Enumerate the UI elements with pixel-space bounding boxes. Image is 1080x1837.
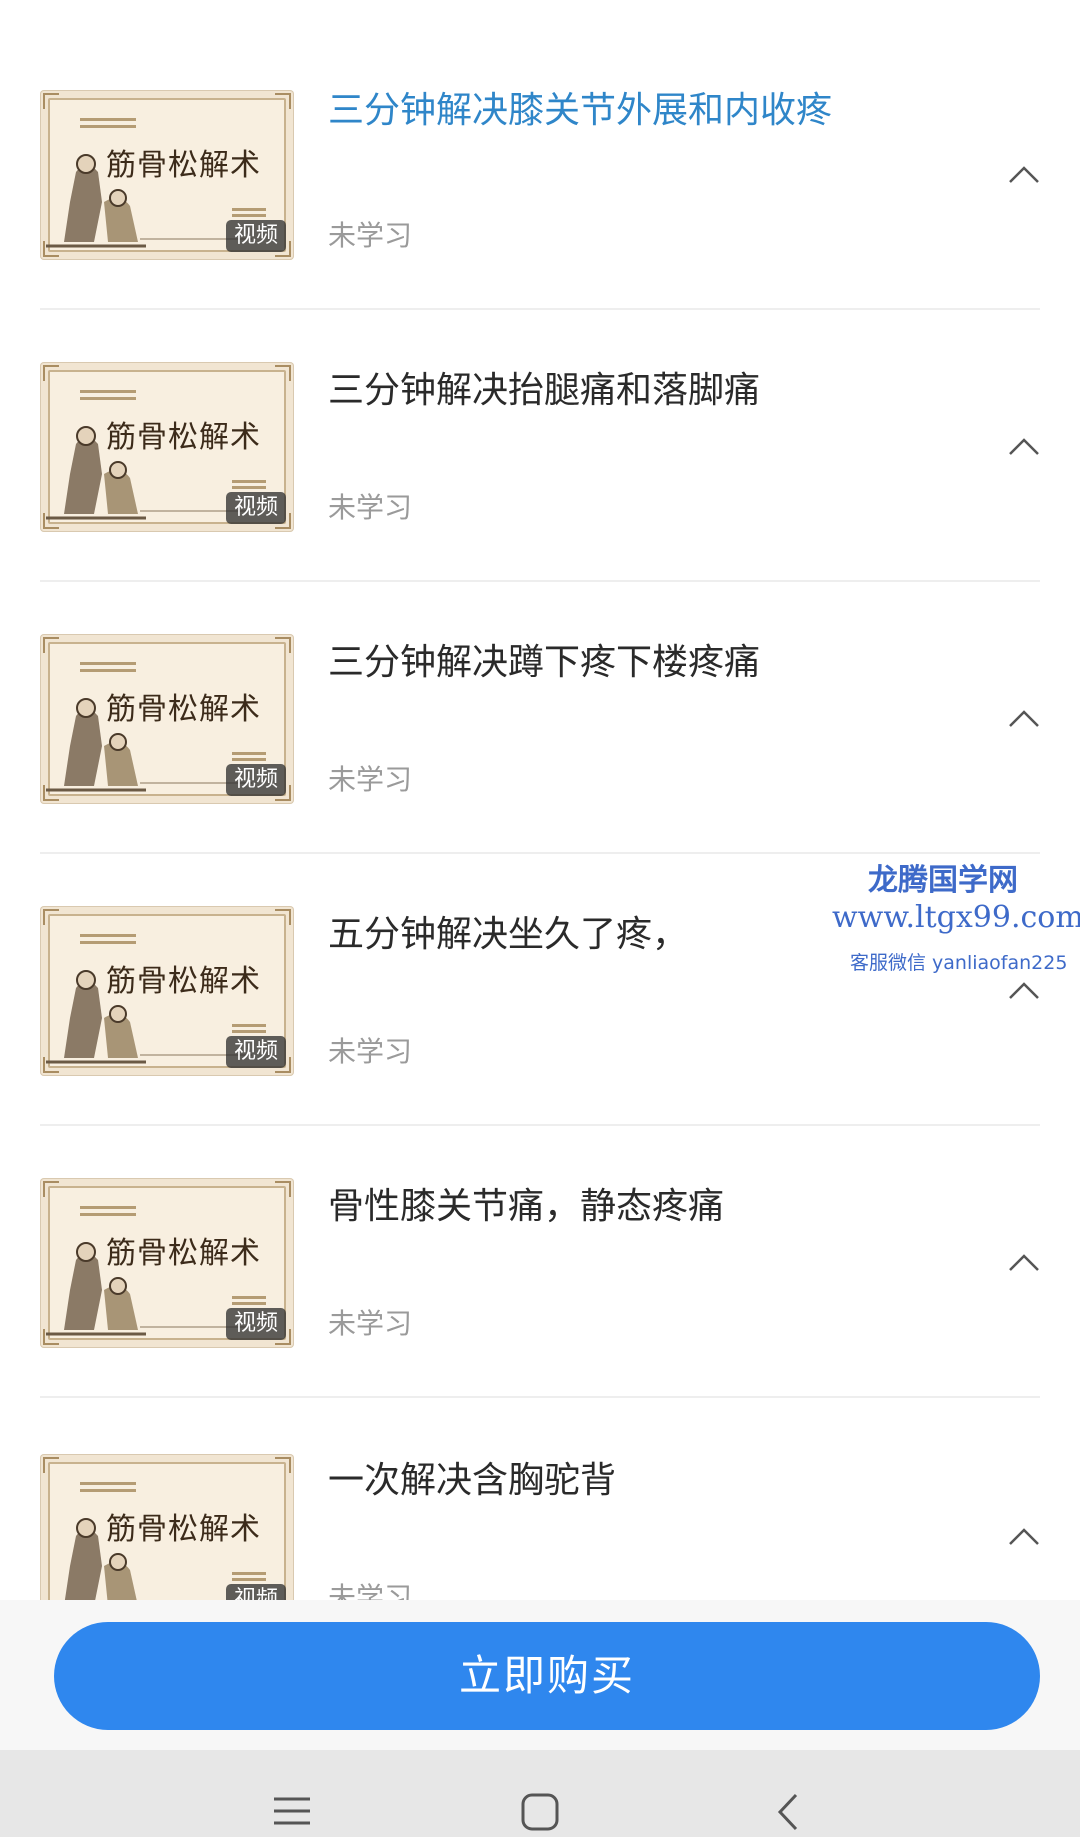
buy-now-button[interactable]: 立即购买 <box>54 1622 1040 1730</box>
figure-illustration-icon <box>46 698 146 792</box>
video-thumbnail: 筋骨松解术 视频 <box>40 1454 294 1600</box>
chevron-up-icon[interactable] <box>1008 436 1040 456</box>
home-square-icon[interactable] <box>520 1792 560 1832</box>
figure-illustration-icon <box>46 1242 146 1336</box>
list-item[interactable]: 筋骨松解术 视频 三分钟解决膝关节外展和内收疼 未学习 <box>0 74 1080 346</box>
chevron-up-icon[interactable] <box>1008 1526 1040 1546</box>
lesson-title[interactable]: 三分钟解决抬腿痛和落脚痛 <box>328 364 888 418</box>
lesson-title[interactable]: 三分钟解决膝关节外展和内收疼 <box>328 84 888 138</box>
video-badge: 视频 <box>225 492 286 524</box>
chevron-up-icon[interactable] <box>1008 164 1040 184</box>
video-badge: 视频 <box>225 1308 286 1340</box>
watermark-title: 龙腾国学网 <box>868 863 1018 898</box>
bottom-action-bar: 立即购买 <box>0 1600 1080 1750</box>
figure-illustration-icon <box>46 154 146 248</box>
lesson-title[interactable]: 五分钟解决坐久了疼， <box>328 908 888 962</box>
list-item[interactable]: 筋骨松解术 视频 一次解决含胸驼背 未学习 <box>0 1434 1080 1600</box>
system-navigation-bar <box>0 1750 1080 1837</box>
lesson-title[interactable]: 骨性膝关节痛，静态疼痛 <box>328 1180 888 1234</box>
lesson-status: 未学习 <box>328 1035 413 1068</box>
watermark-contact: 客服微信 yanliaofan225 <box>850 952 1068 974</box>
video-thumbnail: 筋骨松解术 视频 <box>40 362 294 532</box>
chevron-up-icon[interactable] <box>1008 708 1040 728</box>
lesson-status: 未学习 <box>328 219 413 252</box>
lesson-status: 未学习 <box>328 1581 413 1600</box>
video-thumbnail: 筋骨松解术 视频 <box>40 906 294 1076</box>
list-item[interactable]: 筋骨松解术 视频 三分钟解决蹲下疼下楼疼痛 未学习 <box>0 618 1080 890</box>
chevron-up-icon[interactable] <box>1008 1252 1040 1272</box>
back-icon[interactable] <box>776 1792 800 1832</box>
menu-icon[interactable] <box>272 1796 312 1826</box>
lesson-list: 筋骨松解术 视频 三分钟解决膝关节外展和内收疼 未学习 筋骨松解术 视频 三分钟… <box>0 0 1080 1600</box>
video-thumbnail: 筋骨松解术 视频 <box>40 634 294 804</box>
list-item[interactable]: 筋骨松解术 视频 骨性膝关节痛，静态疼痛 未学习 <box>0 1162 1080 1434</box>
lesson-title[interactable]: 三分钟解决蹲下疼下楼疼痛 <box>328 636 888 690</box>
lesson-status: 未学习 <box>328 763 413 796</box>
lesson-status: 未学习 <box>328 1307 413 1340</box>
video-thumbnail: 筋骨松解术 视频 <box>40 1178 294 1348</box>
watermark-url: www.ltgx99.com <box>832 900 1080 935</box>
video-badge: 视频 <box>225 220 286 252</box>
video-badge: 视频 <box>225 1584 286 1600</box>
figure-illustration-icon <box>46 970 146 1064</box>
chevron-up-icon[interactable] <box>1008 980 1040 1000</box>
figure-illustration-icon <box>46 426 146 520</box>
lesson-status: 未学习 <box>328 491 413 524</box>
lesson-title[interactable]: 一次解决含胸驼背 <box>328 1454 888 1508</box>
list-item[interactable]: 筋骨松解术 视频 三分钟解决抬腿痛和落脚痛 未学习 <box>0 346 1080 618</box>
video-badge: 视频 <box>225 1036 286 1068</box>
video-badge: 视频 <box>225 764 286 796</box>
video-thumbnail: 筋骨松解术 视频 <box>40 90 294 260</box>
figure-illustration-icon <box>64 1518 137 1600</box>
